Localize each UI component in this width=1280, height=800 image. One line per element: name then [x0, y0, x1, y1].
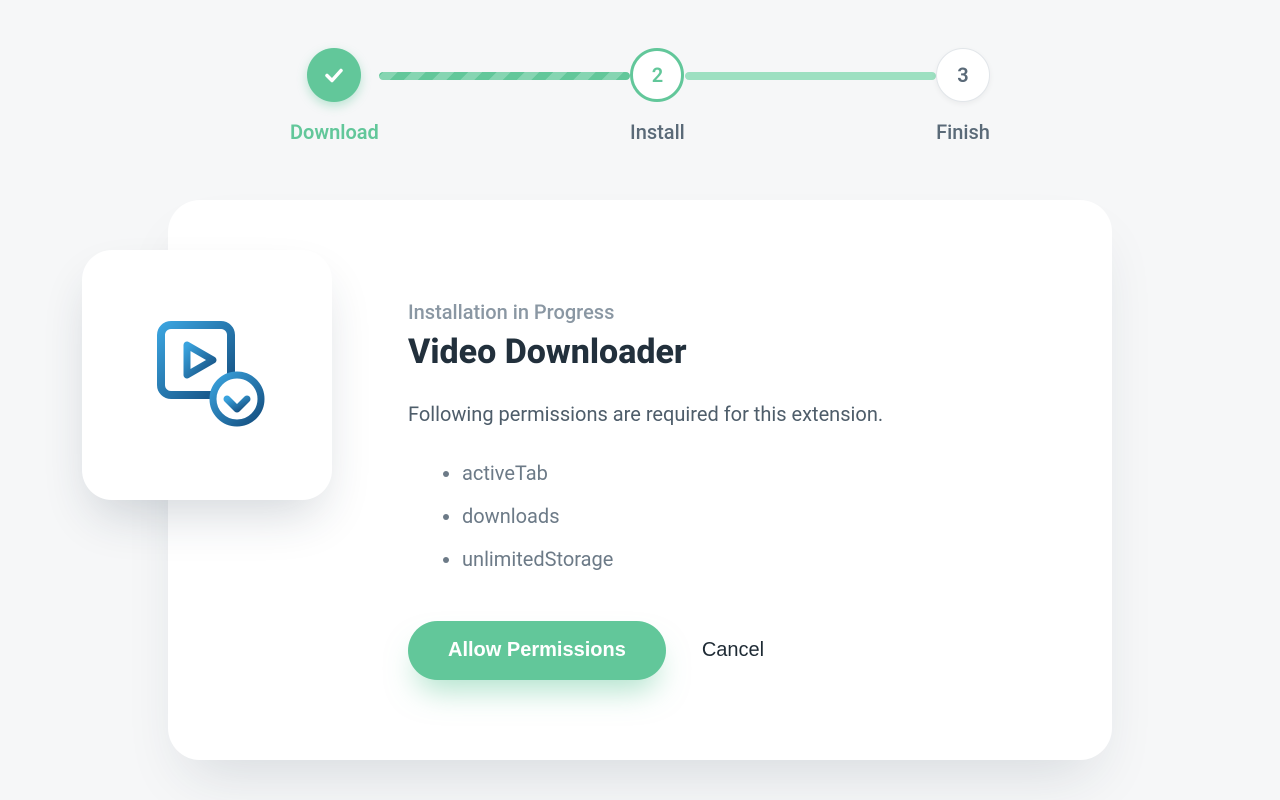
card-eyebrow: Installation in Progress [408, 300, 1032, 324]
permission-item: unlimitedStorage [462, 538, 1032, 581]
cancel-button[interactable]: Cancel [702, 639, 764, 662]
checkmark-icon [307, 48, 361, 102]
video-downloader-icon [147, 313, 267, 437]
permissions-list: activeTab downloads unlimitedStorage [408, 452, 1032, 581]
permissions-description: Following permissions are required for t… [408, 402, 1032, 426]
allow-permissions-button[interactable]: Allow Permissions [408, 621, 666, 680]
step-label: Download [290, 120, 379, 144]
step-download: Download [290, 48, 379, 144]
extension-icon-card [82, 250, 332, 500]
step-connector [379, 72, 630, 80]
step-number: 2 [630, 48, 684, 102]
permission-item: activeTab [462, 452, 1032, 495]
step-finish: 3 Finish [936, 48, 990, 144]
step-label: Finish [936, 120, 990, 144]
extension-title: Video Downloader [408, 332, 1032, 372]
step-label: Install [630, 120, 685, 144]
card-actions: Allow Permissions Cancel [408, 621, 1032, 680]
step-number: 3 [936, 48, 990, 102]
progress-stepper: Download 2 Install 3 Finish [290, 48, 990, 144]
permission-item: downloads [462, 495, 1032, 538]
step-connector [685, 72, 936, 80]
step-install: 2 Install [630, 48, 685, 144]
